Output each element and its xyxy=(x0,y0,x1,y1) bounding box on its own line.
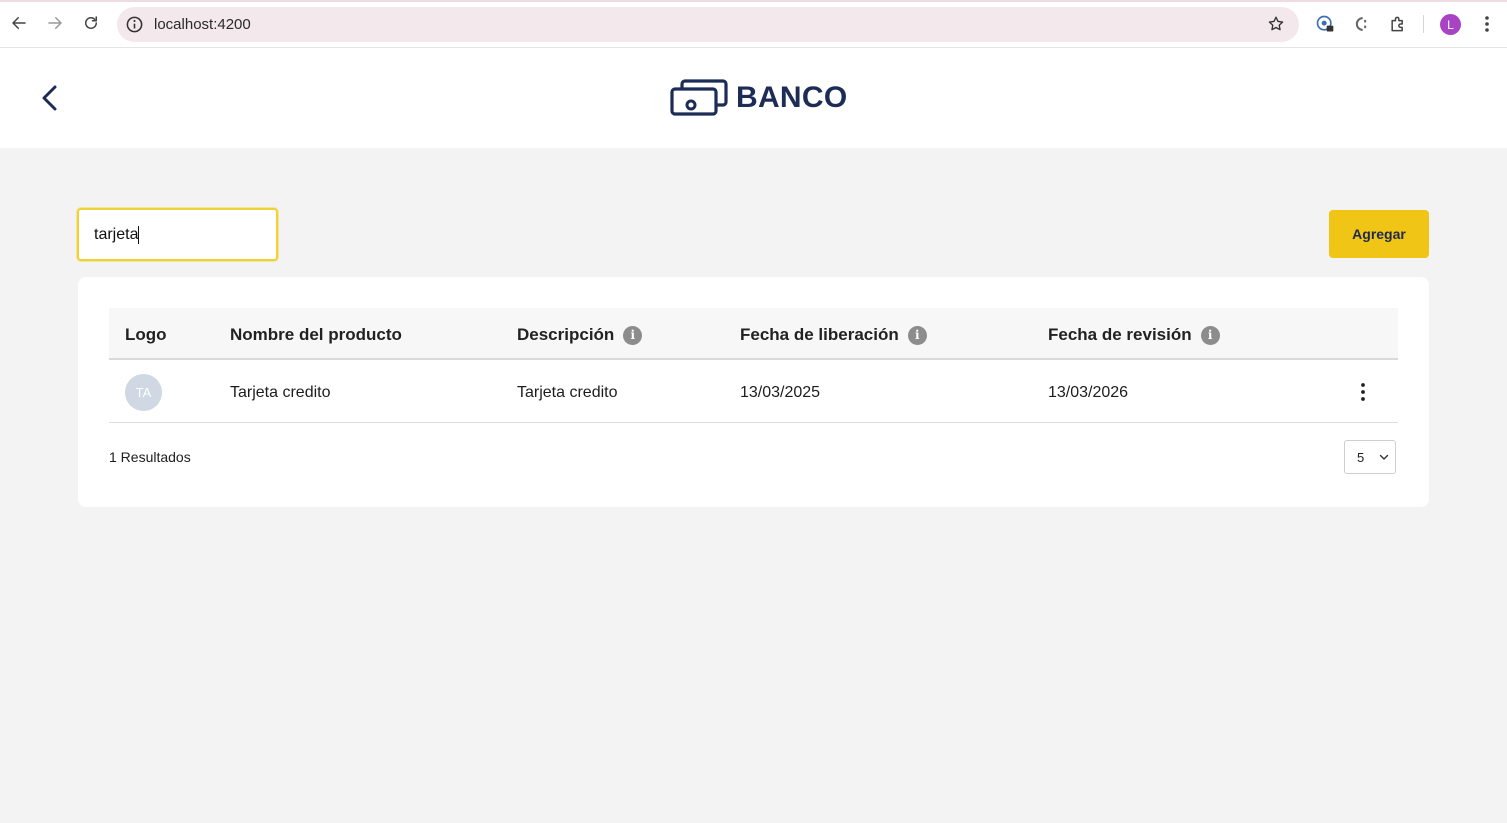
info-icon[interactable]: i xyxy=(907,325,927,345)
browser-toolbar: localhost:4200 L xyxy=(0,0,1507,48)
column-header-label: Fecha de liberación xyxy=(740,325,899,344)
back-chevron-icon[interactable] xyxy=(36,81,62,115)
text-caret xyxy=(138,226,139,244)
bookmark-star-icon[interactable] xyxy=(1267,15,1285,33)
browser-forward-icon[interactable] xyxy=(44,12,66,34)
column-header-name: Nombre del producto xyxy=(230,325,402,345)
browser-reload-icon[interactable] xyxy=(80,12,102,34)
site-info-icon[interactable] xyxy=(125,15,144,34)
column-header-release-date: Fecha de liberación i xyxy=(740,325,927,345)
product-logo-avatar: TA xyxy=(125,374,162,411)
results-count: 1 Resultados xyxy=(109,449,191,465)
column-header-logo: Logo xyxy=(125,325,167,345)
product-description: Tarjeta credito xyxy=(517,384,618,401)
row-actions-kebab-icon[interactable] xyxy=(1353,382,1373,402)
page-size-select[interactable]: 5 xyxy=(1344,440,1396,474)
column-header-label: Fecha de revisión xyxy=(1048,325,1192,344)
info-icon[interactable]: i xyxy=(623,325,643,345)
column-header-description: Descripción i xyxy=(517,325,643,345)
profile-avatar[interactable]: L xyxy=(1440,14,1461,35)
products-card: Logo Nombre del producto Descripción i F… xyxy=(78,277,1429,507)
column-header-label: Logo xyxy=(125,325,167,344)
chevron-down-icon xyxy=(1379,454,1389,460)
column-header-label: Descripción xyxy=(517,325,615,344)
column-header-revision-date: Fecha de revisión i xyxy=(1048,325,1220,345)
extension-code-icon[interactable] xyxy=(1350,13,1372,35)
column-header-label: Nombre del producto xyxy=(230,325,402,344)
bank-logo: BANCO xyxy=(670,78,848,118)
extensions-puzzle-icon[interactable] xyxy=(1387,13,1409,35)
page-size-value[interactable]: 5 xyxy=(1357,450,1364,465)
product-name: Tarjeta credito xyxy=(230,384,331,401)
browser-back-icon[interactable] xyxy=(8,12,30,34)
address-bar[interactable]: localhost:4200 xyxy=(117,7,1299,42)
search-input[interactable] xyxy=(77,208,278,261)
extension-password-icon[interactable] xyxy=(1314,13,1336,35)
table-header: Logo Nombre del producto Descripción i F… xyxy=(109,308,1398,360)
toolbar-divider xyxy=(1423,15,1424,33)
add-product-button[interactable]: Agregar xyxy=(1329,210,1429,258)
info-icon[interactable]: i xyxy=(1200,325,1220,345)
browser-menu-icon[interactable] xyxy=(1479,14,1495,34)
address-url[interactable]: localhost:4200 xyxy=(154,16,251,33)
product-release-date: 13/03/2025 xyxy=(740,384,821,401)
money-bills-icon xyxy=(670,79,728,116)
product-revision-date: 13/03/2026 xyxy=(1048,384,1129,401)
tab-strip-edge xyxy=(0,0,1507,2)
brand-name: BANCO xyxy=(736,81,848,114)
app-header: BANCO xyxy=(0,48,1507,148)
table-row: TA Tarjeta credito Tarjeta credito 13/03… xyxy=(109,361,1398,423)
